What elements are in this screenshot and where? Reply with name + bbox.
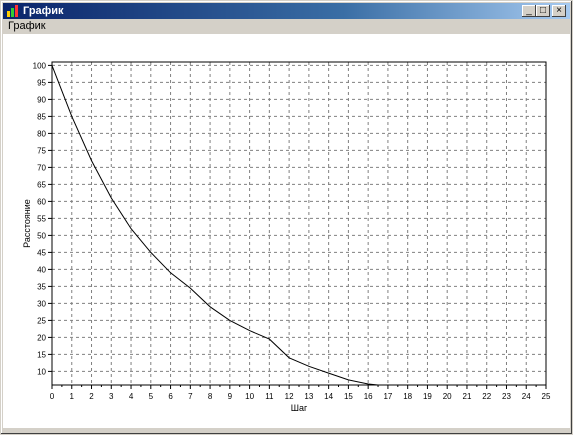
y-tick-label: 90 — [37, 95, 46, 104]
y-tick-label: 30 — [37, 299, 46, 308]
x-tick-label: 2 — [89, 392, 94, 401]
y-tick-label: 95 — [37, 78, 46, 87]
x-tick-label: 10 — [245, 392, 254, 401]
x-tick-label: 3 — [109, 392, 114, 401]
x-tick-label: 23 — [502, 392, 511, 401]
line-chart: 0 1 2 3 4 5 6 7 8 9 10 11 12 13 14 15 16 17 18 19 20 21 22 23 24… — [22, 61, 551, 413]
y-tick-label: 60 — [37, 197, 46, 206]
plot-frame — [51, 61, 547, 386]
y-tick-label: 10 — [37, 367, 46, 376]
x-tick-label: 8 — [208, 392, 213, 401]
y-tick-label: 100 — [33, 61, 47, 70]
x-tick-label: 13 — [304, 392, 313, 401]
x-tick-label: 21 — [463, 392, 472, 401]
x-tick-label: 11 — [265, 392, 274, 401]
x-tick-label: 24 — [522, 392, 531, 401]
x-tick-label: 5 — [149, 392, 154, 401]
y-tick-label: 65 — [37, 180, 46, 189]
x-tick-label: 19 — [423, 392, 432, 401]
y-tick-label: 75 — [37, 146, 46, 155]
menu-bar: График — [3, 19, 570, 34]
y-tick-label: 15 — [37, 350, 46, 359]
y-tick-label: 80 — [37, 129, 46, 138]
x-tick-label: 1 — [70, 392, 75, 401]
x-axis-label: Шаг — [291, 403, 308, 413]
x-tick-label: 7 — [188, 392, 193, 401]
x-tick-label: 12 — [285, 392, 294, 401]
x-tick-label: 6 — [168, 392, 173, 401]
y-tick-label: 45 — [37, 248, 46, 257]
x-tick-label: 25 — [542, 392, 551, 401]
y-tick-label: 25 — [37, 316, 46, 325]
title-bar[interactable]: График _ □ × — [3, 3, 570, 19]
x-tick-label: 0 — [50, 392, 55, 401]
menu-item-graph[interactable]: График — [8, 20, 46, 33]
window-title: График — [23, 5, 64, 17]
close-button[interactable]: × — [552, 5, 566, 17]
x-tick-label: 16 — [364, 392, 373, 401]
y-tick-label: 20 — [37, 333, 46, 342]
x-tick-label: 9 — [228, 392, 233, 401]
x-tick-label: 22 — [482, 392, 491, 401]
x-tick-label: 17 — [383, 392, 392, 401]
x-tick-label: 15 — [344, 392, 353, 401]
app-window: График _ □ × График 0 1 2 3 4 5 6 7 8 9 10 11 12 13 14… — [0, 0, 573, 435]
minimize-button[interactable]: _ — [522, 5, 536, 17]
x-tick-label: 18 — [403, 392, 412, 401]
x-tick-label: 4 — [129, 392, 134, 401]
y-tick-label: 55 — [37, 214, 46, 223]
y-tick-label: 85 — [37, 112, 46, 121]
chart-area: 0 1 2 3 4 5 6 7 8 9 10 11 12 13 14 15 16 17 18 19 20 21 22 23 24… — [3, 34, 570, 428]
y-tick-label: 70 — [37, 163, 46, 172]
x-tick-label: 14 — [324, 392, 333, 401]
y-tick-label: 40 — [37, 265, 46, 274]
maximize-button[interactable]: □ — [536, 5, 550, 17]
y-axis-label: Расстояние — [22, 199, 32, 248]
y-tick-label: 35 — [37, 282, 46, 291]
y-tick-label: 50 — [37, 231, 46, 240]
app-icon — [7, 5, 18, 17]
x-tick-label: 20 — [443, 392, 452, 401]
